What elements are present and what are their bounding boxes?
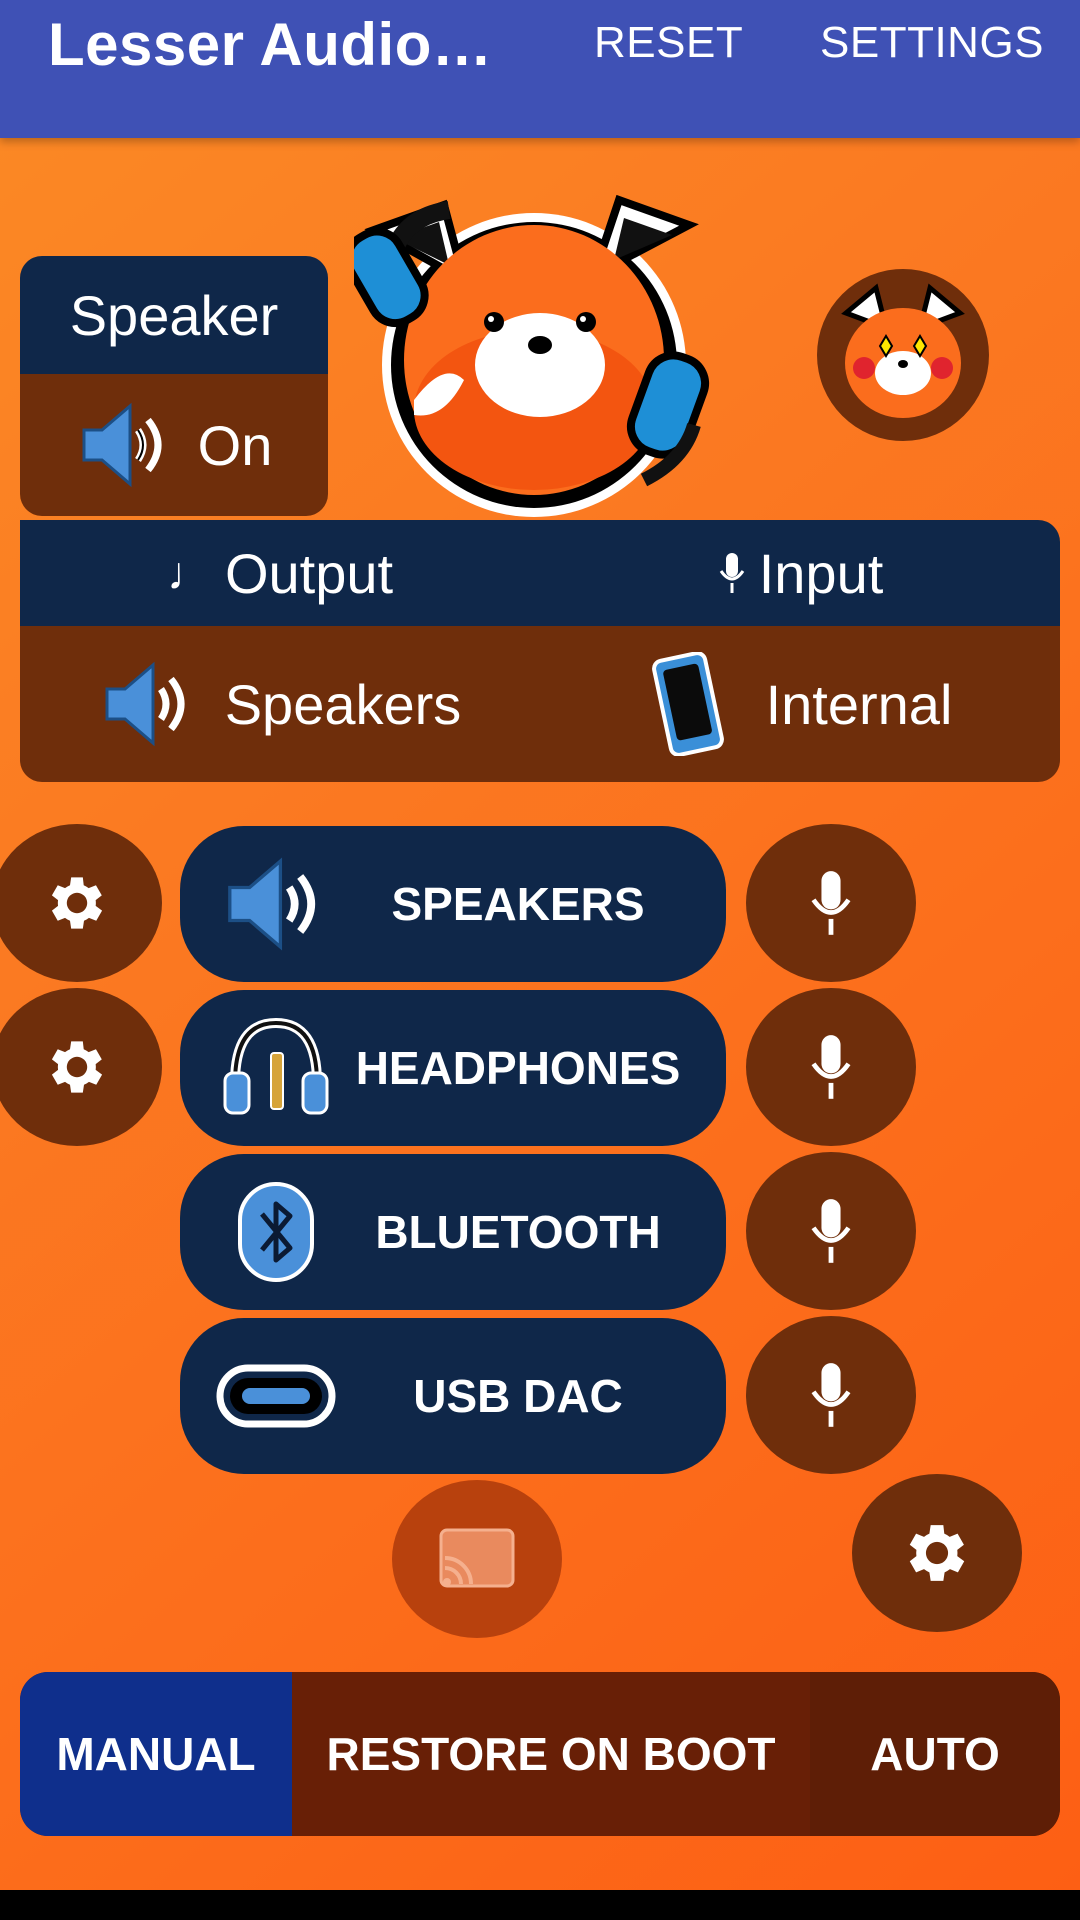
cast-icon — [439, 1528, 515, 1588]
phone-icon — [651, 652, 724, 756]
gear-icon — [51, 1041, 103, 1093]
speaker-icon — [228, 857, 315, 951]
gear-icon — [909, 1525, 965, 1581]
usb-c-icon-wrap — [216, 1336, 336, 1456]
headphones-label: HEADPHONES — [355, 1042, 681, 1094]
bluetooth-mic-button[interactable] — [746, 1152, 916, 1310]
bluetooth-icon — [238, 1182, 314, 1282]
gear-icon — [51, 877, 103, 929]
app-root: Lesser Audio… RESET SETTINGS Speaker On … — [0, 0, 1080, 1890]
microphone-icon — [811, 1363, 851, 1427]
speakers-settings-button[interactable] — [0, 824, 162, 982]
system-nav-bar — [0, 1890, 1080, 1920]
mode-toggle-group: MANUAL RESTORE ON BOOT AUTO — [20, 1672, 1060, 1836]
speaker-status-card[interactable]: Speaker On — [20, 256, 328, 516]
io-values: Speakers Internal — [20, 626, 1060, 782]
cast-button[interactable] — [392, 1480, 562, 1638]
status-value: On — [197, 413, 273, 477]
io-header: ♩ Output Input — [20, 520, 1060, 626]
app-title: Lesser Audio… — [48, 11, 493, 78]
bluetooth-icon-wrap — [216, 1172, 336, 1292]
output-input-card: ♩ Output Input Speakers Internal — [20, 520, 1060, 782]
speakers-label: SPEAKERS — [391, 878, 645, 930]
usb-dac-mic-button[interactable] — [746, 1316, 916, 1474]
usb-dac-label: USB DAC — [413, 1370, 623, 1422]
output-label: Output — [224, 541, 394, 605]
headphones-icon-wrap — [216, 1008, 336, 1128]
speakers-mic-button[interactable] — [746, 824, 916, 982]
input-label: Input — [758, 541, 884, 605]
output-value: Speakers — [224, 672, 462, 736]
microphone-icon — [811, 1199, 851, 1263]
red-panda-headphones-logo — [354, 194, 710, 517]
music-note-icon: ♩ — [166, 547, 213, 599]
microphone-icon — [719, 553, 744, 593]
microphone-icon — [811, 1035, 851, 1099]
input-header: Input — [540, 520, 1060, 626]
speaker-icon — [105, 661, 185, 747]
headphones-settings-button[interactable] — [0, 988, 162, 1146]
usb-c-icon — [216, 1364, 336, 1428]
mode-auto-button[interactable]: AUTO — [810, 1672, 1060, 1836]
headphones-output-button[interactable]: HEADPHONES — [180, 990, 726, 1146]
bluetooth-output-button[interactable]: BLUETOOTH — [180, 1154, 726, 1310]
output-value-cell[interactable]: Speakers — [20, 626, 540, 782]
status-body: On — [20, 374, 328, 516]
speakers-output-button[interactable]: SPEAKERS — [180, 826, 726, 982]
speaker-icon — [82, 402, 162, 488]
red-panda-avatar[interactable] — [816, 268, 990, 442]
microphone-icon — [811, 871, 851, 935]
mode-manual-button[interactable]: MANUAL — [20, 1672, 292, 1836]
bluetooth-label: BLUETOOTH — [375, 1206, 661, 1258]
app-bar: Lesser Audio… RESET SETTINGS — [0, 0, 1080, 138]
input-value: Internal — [765, 672, 953, 736]
usb-dac-output-button[interactable]: USB DAC — [180, 1318, 726, 1474]
settings-button[interactable]: SETTINGS — [820, 18, 1044, 68]
output-header: ♩ Output — [20, 520, 540, 626]
headphones-mic-button[interactable] — [746, 988, 916, 1146]
status-title: Speaker — [20, 256, 328, 374]
mode-restore-on-boot-button[interactable]: RESTORE ON BOOT — [292, 1672, 810, 1836]
global-settings-button[interactable] — [852, 1474, 1022, 1632]
speaker-icon-wrap — [216, 844, 336, 964]
reset-button[interactable]: RESET — [594, 18, 743, 68]
input-value-cell[interactable]: Internal — [540, 626, 1060, 782]
headphones-icon — [223, 1017, 329, 1115]
